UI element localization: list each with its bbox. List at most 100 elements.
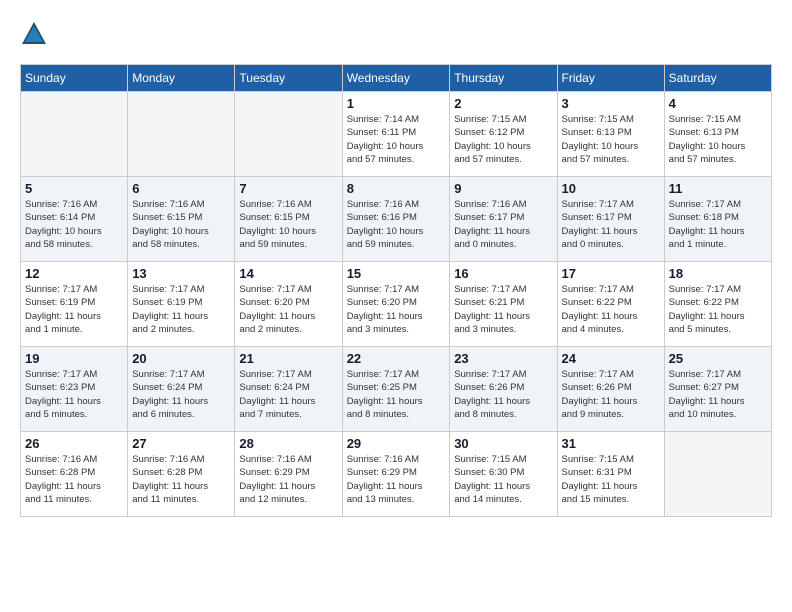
day-number: 30 [454, 436, 552, 451]
day-info: Sunrise: 7:17 AM Sunset: 6:25 PM Dayligh… [347, 368, 446, 421]
weekday-tuesday: Tuesday [235, 65, 342, 92]
day-number: 31 [562, 436, 660, 451]
day-info: Sunrise: 7:17 AM Sunset: 6:21 PM Dayligh… [454, 283, 552, 336]
calendar-cell: 28 Sunrise: 7:16 AM Sunset: 6:29 PM Dayli… [235, 432, 342, 517]
calendar-week-row: 26 Sunrise: 7:16 AM Sunset: 6:28 PM Dayli… [21, 432, 772, 517]
calendar-cell: 3 Sunrise: 7:15 AM Sunset: 6:13 PM Daylig… [557, 92, 664, 177]
calendar-cell: 10 Sunrise: 7:17 AM Sunset: 6:17 PM Dayli… [557, 177, 664, 262]
day-number: 16 [454, 266, 552, 281]
calendar-cell: 27 Sunrise: 7:16 AM Sunset: 6:28 PM Dayli… [128, 432, 235, 517]
calendar-cell: 22 Sunrise: 7:17 AM Sunset: 6:25 PM Dayli… [342, 347, 450, 432]
calendar-cell: 14Sunrise: 7:17 AM Sunset: 6:20 PM Dayli… [235, 262, 342, 347]
day-number: 3 [562, 96, 660, 111]
weekday-thursday: Thursday [450, 65, 557, 92]
day-info: Sunrise: 7:16 AM Sunset: 6:29 PM Dayligh… [347, 453, 446, 506]
day-info: Sunrise: 7:16 AM Sunset: 6:16 PM Dayligh… [347, 198, 446, 251]
day-number: 2 [454, 96, 552, 111]
day-info: Sunrise: 7:16 AM Sunset: 6:28 PM Dayligh… [25, 453, 123, 506]
day-info: Sunrise: 7:17 AM Sunset: 6:17 PM Dayligh… [562, 198, 660, 251]
calendar-cell: 8 Sunrise: 7:16 AM Sunset: 6:16 PM Daylig… [342, 177, 450, 262]
day-number: 28 [239, 436, 337, 451]
day-number: 6 [132, 181, 230, 196]
day-number: 12 [25, 266, 123, 281]
calendar-cell [235, 92, 342, 177]
weekday-header-row: SundayMondayTuesdayWednesdayThursdayFrid… [21, 65, 772, 92]
calendar-cell: 18 Sunrise: 7:17 AM Sunset: 6:22 PM Dayli… [664, 262, 771, 347]
calendar-cell [21, 92, 128, 177]
day-info: Sunrise: 7:17 AM Sunset: 6:22 PM Dayligh… [562, 283, 660, 336]
page: SundayMondayTuesdayWednesdayThursdayFrid… [0, 0, 792, 527]
weekday-wednesday: Wednesday [342, 65, 450, 92]
day-number: 13 [132, 266, 230, 281]
calendar-cell: 26 Sunrise: 7:16 AM Sunset: 6:28 PM Dayli… [21, 432, 128, 517]
calendar-cell: 16 Sunrise: 7:17 AM Sunset: 6:21 PM Dayli… [450, 262, 557, 347]
calendar-cell: 20 Sunrise: 7:17 AM Sunset: 6:24 PM Dayli… [128, 347, 235, 432]
day-number: 18 [669, 266, 767, 281]
calendar-cell: 19 Sunrise: 7:17 AM Sunset: 6:23 PM Dayli… [21, 347, 128, 432]
day-number: 1 [347, 96, 446, 111]
calendar-cell: 12 Sunrise: 7:17 AM Sunset: 6:19 PM Dayli… [21, 262, 128, 347]
day-info: Sunrise: 7:17 AM Sunset: 6:19 PM Dayligh… [132, 283, 230, 336]
calendar-week-row: 1Sunrise: 7:14 AM Sunset: 6:11 PM Daylig… [21, 92, 772, 177]
day-number: 19 [25, 351, 123, 366]
calendar-cell: 11Sunrise: 7:17 AM Sunset: 6:18 PM Dayli… [664, 177, 771, 262]
day-info: Sunrise: 7:16 AM Sunset: 6:17 PM Dayligh… [454, 198, 552, 251]
day-number: 27 [132, 436, 230, 451]
day-number: 7 [239, 181, 337, 196]
calendar-cell: 17 Sunrise: 7:17 AM Sunset: 6:22 PM Dayli… [557, 262, 664, 347]
day-number: 21 [239, 351, 337, 366]
calendar-cell: 1Sunrise: 7:14 AM Sunset: 6:11 PM Daylig… [342, 92, 450, 177]
day-info: Sunrise: 7:15 AM Sunset: 6:12 PM Dayligh… [454, 113, 552, 166]
weekday-saturday: Saturday [664, 65, 771, 92]
day-info: Sunrise: 7:17 AM Sunset: 6:27 PM Dayligh… [669, 368, 767, 421]
day-number: 8 [347, 181, 446, 196]
day-number: 10 [562, 181, 660, 196]
day-info: Sunrise: 7:17 AM Sunset: 6:19 PM Dayligh… [25, 283, 123, 336]
weekday-sunday: Sunday [21, 65, 128, 92]
logo [20, 20, 52, 48]
day-info: Sunrise: 7:16 AM Sunset: 6:15 PM Dayligh… [239, 198, 337, 251]
day-info: Sunrise: 7:17 AM Sunset: 6:23 PM Dayligh… [25, 368, 123, 421]
calendar-cell: 7 Sunrise: 7:16 AM Sunset: 6:15 PM Daylig… [235, 177, 342, 262]
calendar-cell: 9 Sunrise: 7:16 AM Sunset: 6:17 PM Daylig… [450, 177, 557, 262]
calendar-week-row: 19 Sunrise: 7:17 AM Sunset: 6:23 PM Dayli… [21, 347, 772, 432]
day-number: 17 [562, 266, 660, 281]
calendar-cell: 2 Sunrise: 7:15 AM Sunset: 6:12 PM Daylig… [450, 92, 557, 177]
day-info: Sunrise: 7:17 AM Sunset: 6:22 PM Dayligh… [669, 283, 767, 336]
calendar: SundayMondayTuesdayWednesdayThursdayFrid… [20, 64, 772, 517]
day-number: 9 [454, 181, 552, 196]
calendar-cell: 21 Sunrise: 7:17 AM Sunset: 6:24 PM Dayli… [235, 347, 342, 432]
day-info: Sunrise: 7:16 AM Sunset: 6:29 PM Dayligh… [239, 453, 337, 506]
calendar-week-row: 5Sunrise: 7:16 AM Sunset: 6:14 PM Daylig… [21, 177, 772, 262]
day-number: 23 [454, 351, 552, 366]
day-number: 25 [669, 351, 767, 366]
day-info: Sunrise: 7:17 AM Sunset: 6:20 PM Dayligh… [239, 283, 337, 336]
day-info: Sunrise: 7:15 AM Sunset: 6:13 PM Dayligh… [562, 113, 660, 166]
calendar-cell: 24Sunrise: 7:17 AM Sunset: 6:26 PM Dayli… [557, 347, 664, 432]
calendar-cell: 4Sunrise: 7:15 AM Sunset: 6:13 PM Daylig… [664, 92, 771, 177]
day-number: 29 [347, 436, 446, 451]
calendar-week-row: 12 Sunrise: 7:17 AM Sunset: 6:19 PM Dayli… [21, 262, 772, 347]
day-info: Sunrise: 7:16 AM Sunset: 6:28 PM Dayligh… [132, 453, 230, 506]
calendar-cell: 25 Sunrise: 7:17 AM Sunset: 6:27 PM Dayli… [664, 347, 771, 432]
day-info: Sunrise: 7:15 AM Sunset: 6:13 PM Dayligh… [669, 113, 767, 166]
calendar-cell [128, 92, 235, 177]
day-info: Sunrise: 7:17 AM Sunset: 6:24 PM Dayligh… [132, 368, 230, 421]
day-info: Sunrise: 7:15 AM Sunset: 6:30 PM Dayligh… [454, 453, 552, 506]
logo-icon [20, 20, 48, 48]
weekday-monday: Monday [128, 65, 235, 92]
weekday-friday: Friday [557, 65, 664, 92]
day-number: 20 [132, 351, 230, 366]
calendar-cell: 15Sunrise: 7:17 AM Sunset: 6:20 PM Dayli… [342, 262, 450, 347]
day-number: 26 [25, 436, 123, 451]
day-number: 22 [347, 351, 446, 366]
calendar-cell: 31Sunrise: 7:15 AM Sunset: 6:31 PM Dayli… [557, 432, 664, 517]
calendar-cell [664, 432, 771, 517]
header [20, 20, 772, 48]
day-number: 11 [669, 181, 767, 196]
calendar-cell: 13 Sunrise: 7:17 AM Sunset: 6:19 PM Dayli… [128, 262, 235, 347]
day-info: Sunrise: 7:17 AM Sunset: 6:24 PM Dayligh… [239, 368, 337, 421]
day-info: Sunrise: 7:16 AM Sunset: 6:14 PM Dayligh… [25, 198, 123, 251]
day-info: Sunrise: 7:17 AM Sunset: 6:26 PM Dayligh… [562, 368, 660, 421]
calendar-cell: 23Sunrise: 7:17 AM Sunset: 6:26 PM Dayli… [450, 347, 557, 432]
